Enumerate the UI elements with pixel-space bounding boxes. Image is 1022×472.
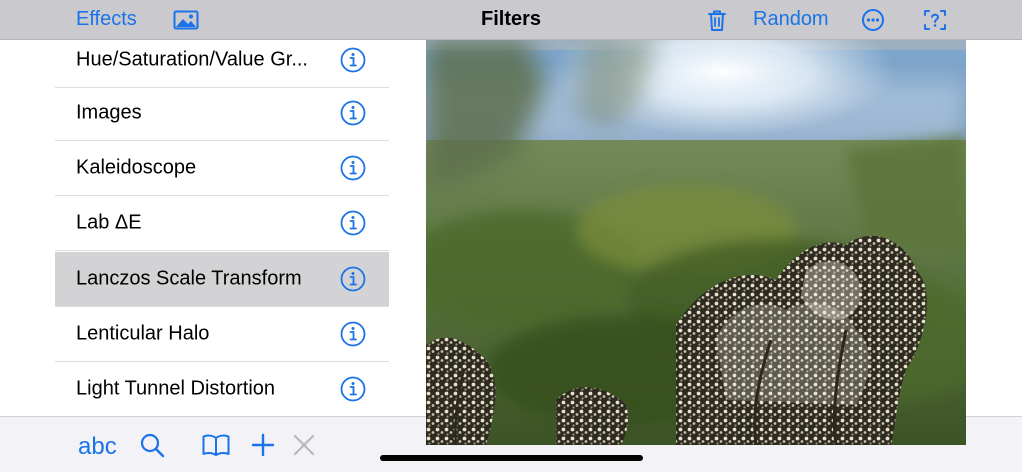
plus-icon[interactable]	[249, 431, 277, 459]
close-icon[interactable]	[290, 431, 318, 459]
filter-row[interactable]: Lab ΔE	[55, 196, 389, 251]
info-icon[interactable]	[339, 154, 367, 182]
random-button[interactable]: Random	[753, 8, 829, 31]
search-icon[interactable]	[138, 431, 166, 459]
filter-row-selected[interactable]: Lanczos Scale Transform	[55, 252, 389, 307]
filter-row[interactable]: Kaleidoscope	[55, 141, 389, 196]
info-icon[interactable]	[339, 99, 367, 127]
info-icon[interactable]	[339, 375, 367, 403]
photo-icon[interactable]	[172, 6, 200, 34]
filter-name: Hue/Saturation/Value Gr...	[76, 48, 308, 71]
filter-name: Lenticular Halo	[76, 322, 210, 345]
abc-button[interactable]: abc	[78, 433, 117, 461]
filter-name: Light Tunnel Distortion	[76, 377, 276, 400]
home-indicator	[380, 455, 643, 461]
info-icon[interactable]	[339, 209, 367, 237]
more-icon[interactable]	[859, 6, 887, 34]
filter-preview-image	[426, 40, 966, 445]
filter-row[interactable]: Images	[55, 86, 389, 141]
filter-name: Images	[76, 101, 142, 124]
filter-row[interactable]: Lenticular Halo	[55, 307, 389, 362]
filter-name: Lanczos Scale Transform	[76, 267, 302, 290]
effects-button[interactable]: Effects	[76, 8, 137, 31]
info-icon[interactable]	[339, 46, 367, 74]
filter-row[interactable]: Hue/Saturation/Value Gr...	[55, 40, 389, 88]
book-icon[interactable]	[201, 431, 230, 459]
navigation-bar: Effects Filters Random	[0, 0, 1022, 40]
help-icon[interactable]	[921, 6, 949, 34]
filter-row[interactable]: Light Tunnel Distortion	[55, 362, 389, 416]
filter-name: Lab ΔE	[76, 211, 142, 234]
info-icon[interactable]	[339, 265, 367, 293]
filter-name: Kaleidoscope	[76, 156, 197, 179]
trash-icon[interactable]	[703, 6, 731, 34]
filter-list[interactable]: Hue/Saturation/Value Gr... Images Kaleid…	[55, 40, 389, 416]
info-icon[interactable]	[339, 320, 367, 348]
